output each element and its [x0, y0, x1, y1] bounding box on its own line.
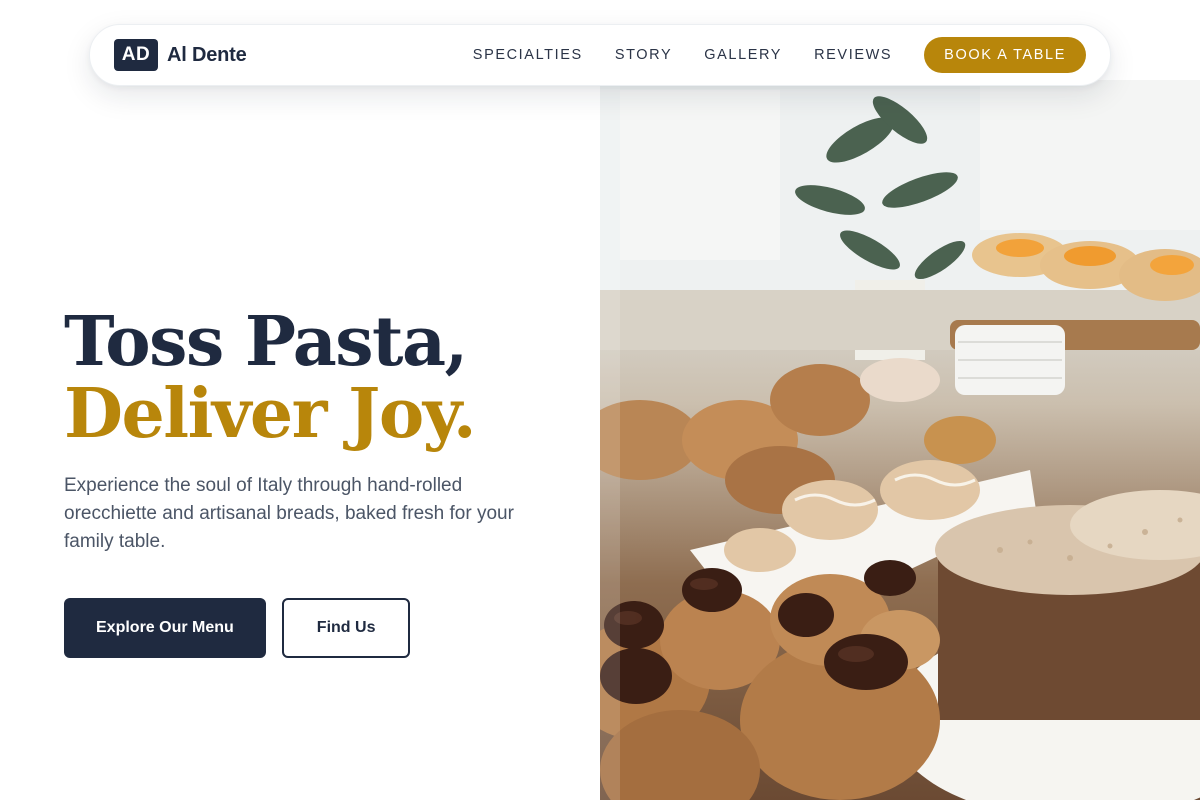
nav-links: SPECIALTIES STORY GALLERY REVIEWS BOOK A…: [473, 37, 1086, 73]
book-a-table-button[interactable]: BOOK A TABLE: [924, 37, 1086, 73]
top-navbar: AD Al Dente SPECIALTIES STORY GALLERY RE…: [89, 24, 1111, 86]
explore-menu-button[interactable]: Explore Our Menu: [64, 598, 266, 658]
hero-actions: Explore Our Menu Find Us: [64, 598, 564, 658]
nav-link-gallery[interactable]: GALLERY: [704, 47, 782, 63]
hero-subtext: Experience the soul of Italy through han…: [64, 475, 514, 552]
brand-badge: AD: [114, 39, 158, 71]
brand-logo[interactable]: AD Al Dente: [114, 39, 247, 71]
hero-image: [600, 80, 1200, 800]
landing-page: AD Al Dente SPECIALTIES STORY GALLERY RE…: [0, 0, 1200, 800]
hero-headline: Toss Pasta, Deliver Joy.: [64, 306, 564, 450]
nav-link-story[interactable]: STORY: [615, 47, 672, 63]
headline-line-1: Toss Pasta,: [64, 302, 468, 382]
hero-section: Toss Pasta, Deliver Joy. Experience the …: [64, 306, 564, 658]
brand-name: Al Dente: [167, 43, 247, 66]
nav-link-specialties[interactable]: SPECIALTIES: [473, 47, 583, 63]
headline-line-2: Deliver Joy.: [64, 374, 477, 454]
nav-link-reviews[interactable]: REVIEWS: [814, 47, 892, 63]
find-us-button[interactable]: Find Us: [281, 598, 411, 658]
bakery-pastry-photo: [600, 80, 1200, 800]
